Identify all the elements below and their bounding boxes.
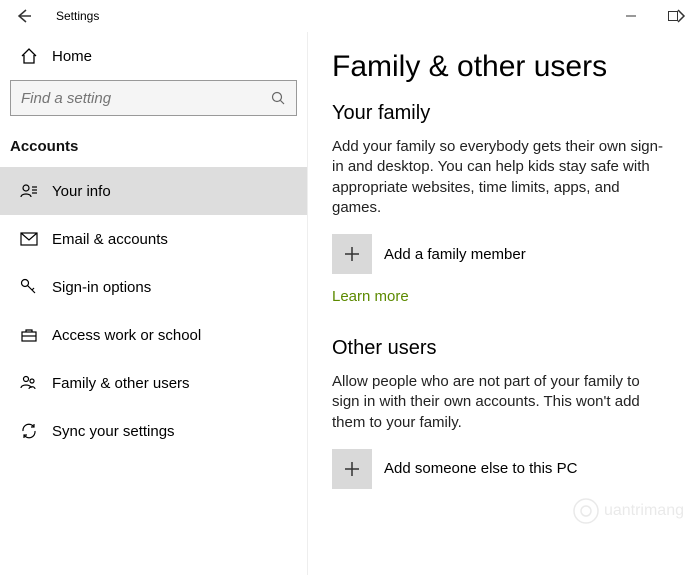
key-icon bbox=[20, 278, 38, 296]
sidebar-item-signin-options[interactable]: Sign-in options bbox=[0, 263, 307, 311]
minimize-button[interactable] bbox=[610, 0, 652, 32]
people-icon bbox=[20, 374, 38, 392]
search-box[interactable] bbox=[10, 80, 297, 116]
plus-icon bbox=[332, 234, 372, 274]
sidebar-item-label: Email & accounts bbox=[52, 231, 168, 248]
plus-icon bbox=[332, 449, 372, 489]
learn-more-link[interactable]: Learn more bbox=[332, 288, 409, 305]
home-label: Home bbox=[52, 48, 92, 65]
search-icon bbox=[270, 90, 286, 106]
sidebar-item-label: Family & other users bbox=[52, 375, 190, 392]
add-other-user-label: Add someone else to this PC bbox=[384, 460, 577, 477]
chevron-right-icon bbox=[674, 6, 688, 26]
other-users-header: Other users bbox=[332, 337, 670, 360]
forward-button[interactable] bbox=[674, 6, 688, 26]
sidebar-item-label: Access work or school bbox=[52, 327, 201, 344]
sidebar-item-work-school[interactable]: Access work or school bbox=[0, 311, 307, 359]
sidebar-item-label: Sign-in options bbox=[52, 279, 151, 296]
title-bar: Settings bbox=[0, 0, 694, 32]
window-title: Settings bbox=[56, 9, 99, 23]
add-other-user-button[interactable]: Add someone else to this PC bbox=[332, 449, 670, 489]
sidebar-item-email-accounts[interactable]: Email & accounts bbox=[0, 215, 307, 263]
back-button[interactable] bbox=[8, 0, 40, 32]
mail-icon bbox=[20, 230, 38, 248]
home-button[interactable]: Home bbox=[0, 32, 307, 80]
add-family-member-label: Add a family member bbox=[384, 246, 526, 263]
briefcase-icon bbox=[20, 326, 38, 344]
sidebar-item-family-other-users[interactable]: Family & other users bbox=[0, 359, 307, 407]
home-icon bbox=[20, 47, 38, 65]
your-family-description: Add your family so everybody gets their … bbox=[332, 137, 670, 218]
add-family-member-button[interactable]: Add a family member bbox=[332, 234, 670, 274]
sidebar: Home Accounts Your info Email & accounts bbox=[0, 32, 308, 575]
search-input[interactable] bbox=[21, 90, 270, 107]
minimize-icon bbox=[626, 11, 636, 21]
sidebar-item-sync-settings[interactable]: Sync your settings bbox=[0, 407, 307, 455]
content-panel: Family & other users Your family Add you… bbox=[308, 32, 694, 575]
other-users-description: Allow people who are not part of your fa… bbox=[332, 372, 670, 433]
sidebar-section-header: Accounts bbox=[0, 126, 307, 167]
sidebar-item-label: Sync your settings bbox=[52, 423, 175, 440]
sync-icon bbox=[20, 422, 38, 440]
sidebar-item-label: Your info bbox=[52, 183, 111, 200]
person-card-icon bbox=[20, 182, 38, 200]
sidebar-item-your-info[interactable]: Your info bbox=[0, 167, 307, 215]
your-family-header: Your family bbox=[332, 102, 670, 125]
back-arrow-icon bbox=[16, 8, 32, 24]
page-title: Family & other users bbox=[332, 50, 670, 84]
